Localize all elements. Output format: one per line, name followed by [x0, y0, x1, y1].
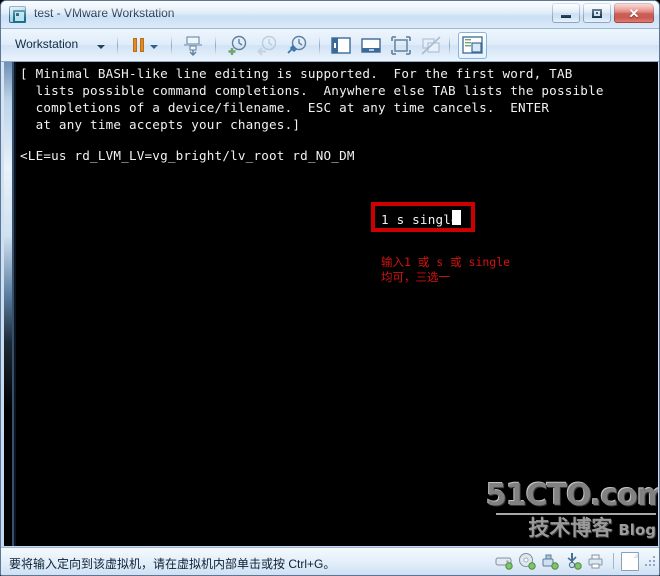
console-view-button[interactable] [458, 32, 487, 59]
watermark-site-name: 51CTO.com [486, 478, 658, 513]
take-snapshot-button[interactable] [225, 34, 249, 57]
toolbar: Workstation [1, 29, 659, 62]
title-bar: test - VMware Workstation ✕ [1, 1, 659, 29]
chevron-down-icon[interactable] [97, 45, 105, 49]
fullscreen-expand-icon [391, 36, 411, 55]
grub-command-line: <LE=us rd_LVM_LV=vg_bright/lv_root rd_NO… [20, 148, 363, 163]
resize-grip[interactable] [644, 555, 657, 568]
pause-button[interactable] [127, 34, 151, 57]
enter-fullscreen-button[interactable] [389, 34, 413, 57]
workstation-menu-button[interactable]: Workstation [15, 37, 78, 51]
watermark-blog-label: Blog [618, 521, 656, 539]
annotation-line-2: 均可，三选一 [381, 270, 450, 284]
show-library-button[interactable] [329, 34, 353, 57]
library-panel-icon [331, 37, 351, 54]
cd-dvd-icon[interactable] [517, 551, 537, 571]
vm-console-area[interactable]: [ Minimal BASH-like line editing is supp… [4, 62, 658, 546]
highlight-box: 1 s single [371, 202, 475, 232]
manage-snapshots-button[interactable] [285, 34, 309, 57]
pause-dropdown-chevron-down-icon[interactable] [150, 45, 158, 49]
network-adapter-icon[interactable] [540, 551, 560, 571]
status-bar: 要将输入定向到该虚拟机，请在虚拟机内部单击或按 Ctrl+G。 [1, 547, 659, 575]
printer-icon[interactable] [586, 551, 606, 571]
minimize-button[interactable] [552, 3, 580, 23]
send-ctrl-alt-del-button[interactable] [181, 34, 205, 57]
annotation-line-1: 输入1 或 s 或 single [381, 255, 511, 269]
thumbnail-bar-icon [361, 38, 381, 53]
toolbar-separator [117, 36, 118, 55]
hard-disk-icon[interactable] [494, 551, 514, 571]
minimize-icon [553, 4, 579, 22]
window-title: test - VMware Workstation [34, 6, 175, 20]
watermark-subtitle-row: 技术博客 Blog [486, 516, 656, 540]
status-device-icons [494, 551, 657, 571]
watermark-subtitle: 技术博客 [528, 516, 613, 540]
status-message: 要将输入定向到该虚拟机，请在虚拟机内部单击或按 Ctrl+G。 [9, 557, 336, 571]
unity-mode-icon [421, 36, 441, 55]
document-page-icon[interactable] [621, 551, 639, 571]
grub-help-text: [ Minimal BASH-like line editing is supp… [20, 66, 604, 132]
snapshot-revert-clock-icon [257, 35, 277, 56]
annotation-text: 输入1 或 s 或 single 均可，三选一 [381, 255, 510, 285]
toolbar-separator [319, 36, 320, 55]
vmware-workstation-window: test - VMware Workstation ✕ Workstation [0, 0, 660, 576]
console-view-icon [462, 36, 483, 54]
text-cursor [452, 210, 461, 225]
vm-guest-display[interactable]: [ Minimal BASH-like line editing is supp… [14, 62, 658, 546]
watermark: 51CTO.com 技术博客 Blog [486, 478, 658, 546]
toolbar-separator [449, 36, 450, 55]
maximize-button[interactable] [583, 3, 611, 23]
snapshot-add-clock-icon [228, 35, 247, 55]
highlighted-input-text: 1 s single [381, 212, 459, 227]
show-thumbnail-bar-button[interactable] [359, 34, 383, 57]
close-icon: ✕ [628, 5, 640, 21]
status-separator [613, 553, 614, 569]
watermark-divider [496, 513, 656, 515]
maximize-icon [584, 4, 610, 22]
vm-left-edge-gradient [4, 62, 14, 546]
usb-controller-icon[interactable] [563, 551, 583, 571]
revert-snapshot-button[interactable] [255, 34, 279, 57]
toolbar-separator [171, 36, 172, 55]
vmware-logo-icon [9, 6, 26, 23]
unity-mode-button[interactable] [419, 34, 443, 57]
close-button[interactable]: ✕ [614, 3, 654, 23]
toolbar-separator [215, 36, 216, 55]
send-ctrl-alt-del-icon [184, 36, 202, 56]
snapshot-manager-clock-icon [287, 35, 307, 54]
